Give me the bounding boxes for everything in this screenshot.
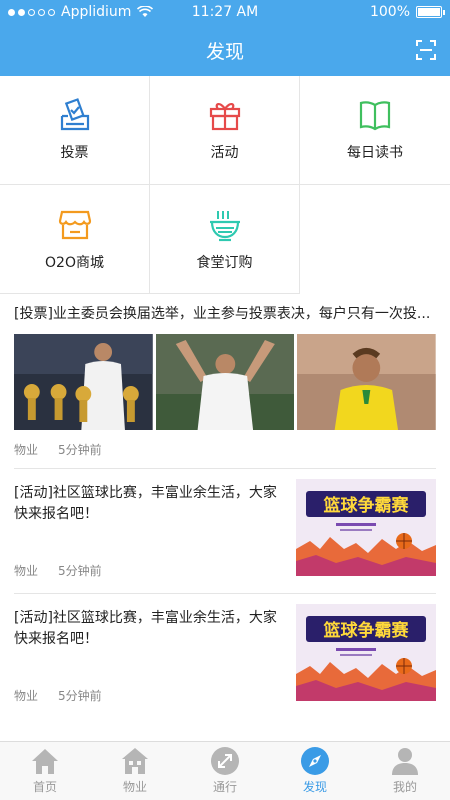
grid-item-canteen-order[interactable]: 食堂订购 [150,185,300,294]
feed-item-meta: 物业 5分钟前 [14,561,102,579]
user-icon [392,748,418,775]
basketball-poster-image: 篮球争霸赛 [296,479,436,576]
battery-icon [416,6,445,18]
feed-item-activity[interactable]: [活动]社区篮球比赛，丰富业余生活，大家快来报名吧！ 物业 5分钟前 篮球争霸赛 [14,469,436,594]
battery-percent: 100% [369,4,410,20]
feed-item-source: 物业 [14,442,39,457]
tab-property[interactable]: 物业 [90,742,180,800]
carrier-name: Applidium [61,4,132,20]
tab-pass[interactable]: 通行 [180,742,270,800]
grid-item-label: 投票 [60,145,89,161]
status-bar: Applidium 11:27 AM 100% [0,0,450,24]
photo-player-waving [155,334,295,430]
feed-item-meta: 物业 5分钟前 [14,440,436,458]
tab-label: 通行 [212,780,237,794]
feature-grid: 投票 活动 每日读书 O2O商城 食堂订购 [0,76,450,294]
tab-label: 物业 [122,780,147,794]
grid-item-empty [300,185,450,294]
feed-item-activity[interactable]: [活动]社区篮球比赛，丰富业余生活，大家快来报名吧！ 物业 5分钟前 篮球争霸赛 [14,594,436,719]
grid-item-label: 活动 [210,145,239,161]
wifi-icon [137,6,154,17]
tab-home[interactable]: 首页 [0,742,90,800]
grid-item-label: 每日读书 [347,145,403,161]
feed-item-time: 5分钟前 [58,563,102,578]
property-icon [122,748,148,774]
feed-item-title: [投票]业主委员会换届选举，业主参与投票表决，每户只有一次投... [14,306,431,322]
book-icon [359,101,391,131]
tab-bar: 首页 物业 通行 发现 我的 [0,741,450,800]
photo-strip [14,334,437,430]
signal-strength-icon [8,8,55,16]
feed-item-time: 5分钟前 [58,442,102,457]
gift-icon [209,103,240,131]
grid-item-vote[interactable]: 投票 [0,76,150,185]
tab-discover[interactable]: 发现 [270,742,360,800]
grid-item-o2o-mall[interactable]: O2O商城 [0,185,150,294]
home-icon [32,749,58,774]
basketball-poster-image: 篮球争霸赛 [296,604,436,701]
tab-label: 首页 [32,780,57,794]
pass-icon [211,747,239,775]
grid-item-activity[interactable]: 活动 [150,76,300,185]
grid-item-label: 食堂订购 [196,254,253,271]
scan-icon[interactable] [416,40,436,60]
grid-item-daily-reading[interactable]: 每日读书 [300,76,450,185]
grid-item-label: O2O商城 [45,254,104,271]
feed-item-title: [活动]社区篮球比赛，丰富业余生活，大家快来报名吧！ [14,610,277,647]
bowl-icon [209,210,240,241]
photo-player-yellow-jersey [297,334,437,430]
vote-icon [60,98,89,131]
tab-label: 我的 [392,780,417,794]
feed-item-vote[interactable]: [投票]业主委员会换届选举，业主参与投票表决，每户只有一次投... 物业 5分钟… [14,304,437,469]
page-title: 发现 [205,40,244,63]
poster-title: 篮球争霸赛 [323,495,410,516]
feed-item-source: 物业 [14,688,39,703]
poster-title: 篮球争霸赛 [323,620,410,641]
tab-label: 发现 [302,780,327,794]
compass-icon [301,747,329,775]
nav-bar: 发现 [0,24,450,76]
feed-item-title: [活动]社区篮球比赛，丰富业余生活，大家快来报名吧！ [14,485,277,522]
feed-item-meta: 物业 5分钟前 [14,686,102,704]
feed-item-source: 物业 [14,563,39,578]
discover-feed: [投票]业主委员会换届选举，业主参与投票表决，每户只有一次投... 物业 5分钟… [14,304,437,719]
photo-player-trophies [14,334,153,430]
tab-mine[interactable]: 我的 [360,742,450,800]
feed-item-time: 5分钟前 [58,688,102,703]
shop-icon [58,210,91,239]
